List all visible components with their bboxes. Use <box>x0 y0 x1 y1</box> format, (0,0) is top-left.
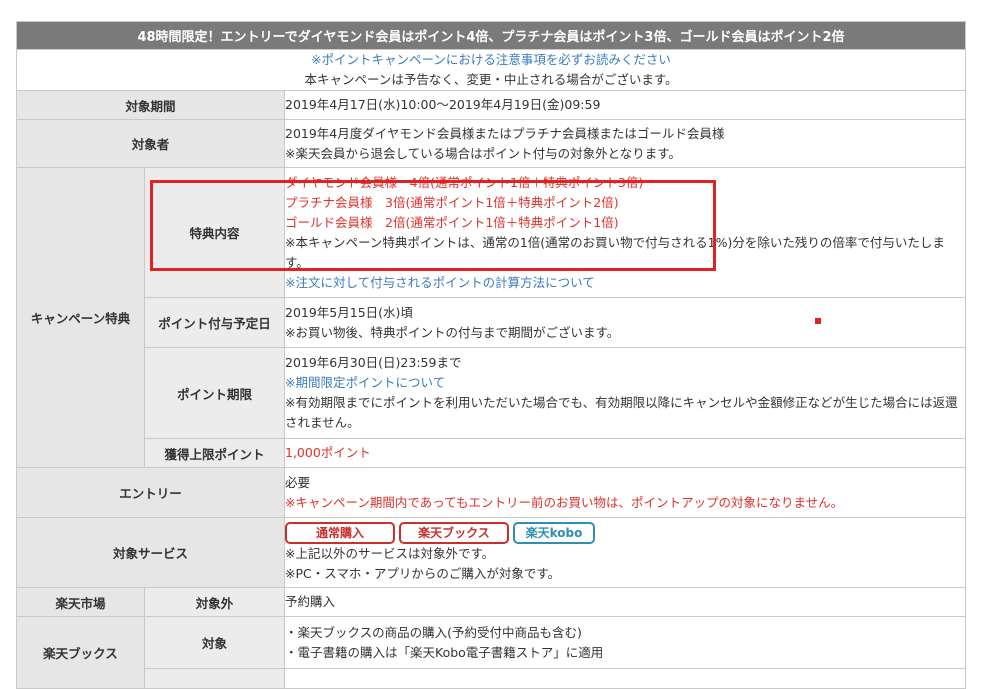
period-label: 対象期間 <box>16 90 285 120</box>
schedule-line1: 2019年5月15日(水)頃 <box>285 304 413 320</box>
campaign-table: 48時間限定！エントリーでダイヤモンド会員はポイント4倍、プラチナ会員はポイント… <box>15 21 967 689</box>
service-line2: ※PC・スマホ・アプリからのご購入が対象です。 <box>285 565 561 581</box>
books-line1: ・楽天ブックスの商品の購入(予約受付中商品も含む) <box>285 624 582 640</box>
campaign-header: 48時間限定！エントリーでダイヤモンド会員はポイント4倍、プラチナ会員はポイント… <box>15 21 967 50</box>
expiry-line1: 2019年6月30日(日)23:59まで <box>285 355 462 370</box>
service-pill-normal[interactable]: 通常購入 <box>285 521 395 544</box>
service-label: 対象サービス <box>16 517 285 588</box>
benefit-label: 特典内容 <box>144 167 285 298</box>
red-dot-marker <box>815 318 821 324</box>
books-extra-value <box>283 668 967 689</box>
entry-value: 必要 ※キャンペーン期間内であってもエントリー前のお買い物は、ポイントアップの対… <box>283 467 967 518</box>
target-label: 対象者 <box>16 119 285 168</box>
expiry-line3: ※有効期限までにポイントを利用いただいた場合でも、有効期限以降にキャンセルや金額… <box>285 395 958 430</box>
books-line2: ・電子書籍の購入は「楽天Kobo電子書籍ストア」に適用 <box>285 644 604 660</box>
notice-text: 本キャンペーンは予告なく、変更・中止される場合がございます。 <box>304 72 678 87</box>
caution-link[interactable]: ※ポイントキャンペーンにおける注意事項を必ずお読みください <box>17 50 965 70</box>
campaign-benefit-label: キャンペーン特典 <box>16 167 145 468</box>
books-sub-label: 対象 <box>144 616 285 669</box>
expiry-label: ポイント期限 <box>144 347 285 439</box>
cap-label: 獲得上限ポイント <box>144 438 285 468</box>
target-line2: ※楽天会員から退会している場合はポイント付与の対象外となります。 <box>285 145 681 161</box>
benefit-platinum: プラチナ会員様 3倍(通常ポイント1倍＋特典ポイント2倍) <box>285 194 619 210</box>
target-line1: 2019年4月度ダイヤモンド会員様またはプラチナ会員様またはゴールド会員様 <box>285 125 725 141</box>
schedule-line2: ※お買い物後、特典ポイントの付与まで期間がございます。 <box>285 324 620 340</box>
books-value: ・楽天ブックスの商品の購入(予約受付中商品も含む) ・電子書籍の購入は「楽天Ko… <box>283 616 967 669</box>
period-value: 2019年4月17日(水)10:00～2019年4月19日(金)09:59 <box>283 90 967 120</box>
target-value: 2019年4月度ダイヤモンド会員様またはプラチナ会員様またはゴールド会員様 ※楽… <box>283 119 967 168</box>
service-pill-kobo[interactable]: 楽天kobo <box>513 521 595 544</box>
service-line1: ※上記以外のサービスは対象外です。 <box>285 545 495 561</box>
ichiba-value: 予約購入 <box>283 587 967 617</box>
notice-cell: ※ポイントキャンペーンにおける注意事項を必ずお読みください 本キャンペーンは予告… <box>15 49 967 91</box>
service-value: 通常購入 楽天ブックス 楽天kobo ※上記以外のサービスは対象外です。 ※PC・ス… <box>283 517 967 588</box>
entry-line1: 必要 <box>285 474 311 490</box>
service-pills: 通常購入 楽天ブックス 楽天kobo <box>285 521 965 544</box>
books-label: 楽天ブックス <box>16 616 145 689</box>
entry-line2: ※キャンペーン期間内であってもエントリー前のお買い物は、ポイントアップの対象にな… <box>285 494 844 510</box>
benefit-note: ※本キャンペーン特典ポイントは、通常の1倍(通常のお買い物で付与される1%)分を… <box>285 234 945 270</box>
entry-label: エントリー <box>16 467 285 518</box>
service-pill-books[interactable]: 楽天ブックス <box>399 521 509 544</box>
calc-method-link[interactable]: ※注文に対して付与されるポイントの計算方法について <box>285 273 965 293</box>
benefit-value: ダイヤモンド会員様 4倍(通常ポイント1倍＋特典ポイント3倍) プラチナ会員様 … <box>283 167 967 298</box>
ichiba-sub-label: 対象外 <box>144 587 285 617</box>
schedule-label: ポイント付与予定日 <box>144 297 285 348</box>
ichiba-label: 楽天市場 <box>16 587 145 617</box>
benefit-gold: ゴールド会員様 2倍(通常ポイント1倍＋特典ポイント1倍) <box>285 214 619 230</box>
schedule-value: 2019年5月15日(水)頃 ※お買い物後、特典ポイントの付与まで期間がございま… <box>283 297 967 348</box>
books-extra-label <box>144 668 285 689</box>
limited-point-link[interactable]: ※期間限定ポイントについて <box>285 373 965 393</box>
expiry-value: 2019年6月30日(日)23:59まで ※期間限定ポイントについて ※有効期限… <box>283 347 967 439</box>
benefit-diamond: ダイヤモンド会員様 4倍(通常ポイント1倍＋特典ポイント3倍) <box>285 174 644 190</box>
cap-value: 1,000ポイント <box>283 438 967 468</box>
